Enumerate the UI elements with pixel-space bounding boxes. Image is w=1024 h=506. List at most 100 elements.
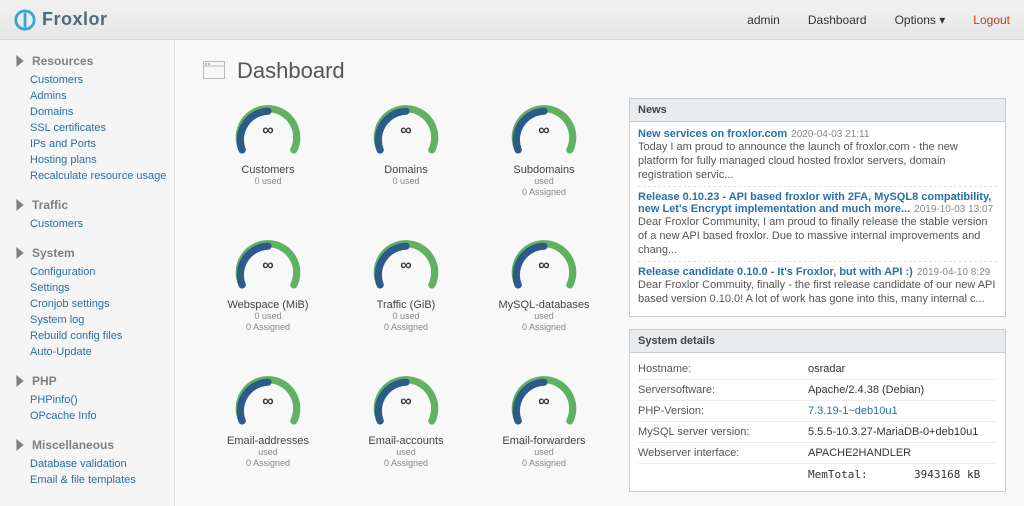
gauge-label: Email-forwarders [479,435,609,447]
sidebar-section-heading[interactable]: System [14,246,164,260]
topbar: Froxlor admin Dashboard Options ▾ Logout [0,0,1024,40]
sidebar: ResourcesCustomersAdminsDomainsSSL certi… [0,40,175,506]
gauge-label: Email-addresses [203,435,333,447]
gauge-grid: ∞Customers0 used ∞Domains0 used ∞Subdoma… [203,98,609,492]
gauge-label: Subdomains [479,164,609,176]
nav-dashboard[interactable]: Dashboard [808,13,867,27]
brand-text: Froxlor [42,9,108,30]
gauge-subtext: 0 used [203,311,333,322]
news-title-link[interactable]: Release candidate 0.10.0 - It's Froxlor,… [638,266,913,278]
gauge-arc: ∞ [370,375,442,431]
gauge-subtext: 0 Assigned [479,187,609,198]
system-detail-value: MemTotal: 3943168 kB [808,468,997,481]
gauge-subtext: used [203,447,333,458]
gauge-arc: ∞ [232,239,304,295]
gauge-value: ∞ [508,122,580,140]
nav-logout[interactable]: Logout [973,13,1010,27]
gauge-subtext: 0 Assigned [203,322,333,333]
sidebar-item[interactable]: Email & file templates [30,472,164,488]
system-details-list: Hostname:osradarServersoftware:Apache/2.… [630,353,1005,491]
gauge-subtext: used [479,176,609,187]
chevron-right-icon [14,375,26,387]
system-detail-value: osradar [808,363,997,375]
news-title-link[interactable]: New services on froxlor.com [638,128,787,140]
gauge-subtext: used [479,447,609,458]
main-content: Dashboard ∞Customers0 used ∞Domains0 use… [175,40,1024,506]
system-detail-row: Hostname:osradar [638,359,997,379]
gauge: ∞Email-accountsused0 Assigned [341,375,471,492]
current-user[interactable]: admin [747,13,780,27]
sidebar-item[interactable]: Customers [30,72,164,88]
sidebar-item[interactable]: Hosting plans [30,152,164,168]
gauge-value: ∞ [232,257,304,275]
system-detail-label: Hostname: [638,363,808,375]
news-body: Dear Froxlor Community, I am proud to fi… [638,215,997,257]
gauge-arc: ∞ [508,239,580,295]
gauge: ∞ Email-forwardersused0 Assigned [479,375,609,492]
news-date: 2019-10-03 13:07 [914,204,993,215]
gauge-subtext: 0 used [203,176,333,187]
sidebar-item[interactable]: Cronjob settings [30,296,164,312]
sidebar-section-heading[interactable]: Miscellaneous [14,438,164,452]
gauge: ∞MySQL-databasesused0 Assigned [479,239,609,356]
sidebar-item[interactable]: PHPinfo() [30,392,164,408]
gauge-value: ∞ [232,122,304,140]
sidebar-section: System ConfigurationSettingsCronjob setti… [14,246,164,360]
gauge-arc: ∞ [370,104,442,160]
gauge-subtext: 0 used [341,311,471,322]
system-detail-label: Serversoftware: [638,384,808,396]
gauge: ∞Traffic (GiB)0 used0 Assigned [341,239,471,356]
system-detail-value: Apache/2.4.38 (Debian) [808,384,997,396]
system-detail-value[interactable]: 7.3.19-1~deb10u1 [808,405,997,417]
sidebar-item[interactable]: Recalculate resource usage [30,168,164,184]
gauge-subtext: 0 Assigned [203,458,333,469]
gauge-value: ∞ [232,393,304,411]
sidebar-item[interactable]: Admins [30,88,164,104]
system-detail-row: PHP-Version:7.3.19-1~deb10u1 [638,400,997,421]
top-nav: admin Dashboard Options ▾ Logout [747,13,1010,27]
gauge-subtext: 0 Assigned [479,322,609,333]
sidebar-item[interactable]: System log [30,312,164,328]
chevron-right-icon [14,55,26,67]
system-detail-value: 5.5.5-10.3.27-MariaDB-0+deb10u1 [808,426,997,438]
sidebar-section-title: Traffic [32,198,68,212]
sidebar-item[interactable]: SSL certificates [30,120,164,136]
news-item: Release candidate 0.10.0 - It's Froxlor,… [638,261,997,310]
sidebar-section: Resources CustomersAdminsDomainsSSL certi… [14,54,164,184]
gauge-value: ∞ [370,393,442,411]
nav-options[interactable]: Options ▾ [895,13,946,27]
sidebar-item[interactable]: Configuration [30,264,164,280]
system-detail-row: Webserver interface:APACHE2HANDLER [638,442,997,463]
brand-logo[interactable]: Froxlor [14,9,108,31]
system-detail-label: MySQL server version: [638,426,808,438]
sidebar-section: Traffic Customers [14,198,164,232]
sidebar-section-heading[interactable]: PHP [14,374,164,388]
sidebar-item[interactable]: IPs and Ports [30,136,164,152]
system-detail-row: MemTotal: 3943168 kB [638,463,997,485]
news-list: New services on froxlor.com 2020-04-03 21… [630,122,1005,316]
gauge-label: Traffic (GiB) [341,299,471,311]
news-date: 2020-04-03 21:11 [791,129,869,140]
news-panel: News New services on froxlor.com2020-04-… [629,98,1006,317]
sidebar-item[interactable]: Domains [30,104,164,120]
system-detail-row: Serversoftware:Apache/2.4.38 (Debian) [638,379,997,400]
gauge-subtext: 0 Assigned [479,458,609,469]
sidebar-section-heading[interactable]: Resources [14,54,164,68]
froxlor-logo-icon [14,9,36,31]
sidebar-section-heading[interactable]: Traffic [14,198,164,212]
sidebar-item[interactable]: Rebuild config files [30,328,164,344]
sidebar-item[interactable]: Database validation [30,456,164,472]
gauge-subtext: 0 Assigned [341,458,471,469]
gauge-arc: ∞ [508,375,580,431]
sidebar-item[interactable]: Customers [30,216,164,232]
sidebar-item[interactable]: OPcache Info [30,408,164,424]
page-title: Dashboard [237,58,345,84]
sidebar-section: Miscellaneous Database validationEmail & … [14,438,164,488]
sidebar-section-title: Resources [32,54,93,68]
gauge: ∞ Subdomainsused0 Assigned [479,104,609,221]
sidebar-item[interactable]: Settings [30,280,164,296]
system-panel: System details Hostname:osradarServersof… [629,329,1006,492]
gauge-label: Domains [341,164,471,176]
sidebar-item[interactable]: Auto-Update [30,344,164,360]
gauge-label: MySQL-databases [479,299,609,311]
